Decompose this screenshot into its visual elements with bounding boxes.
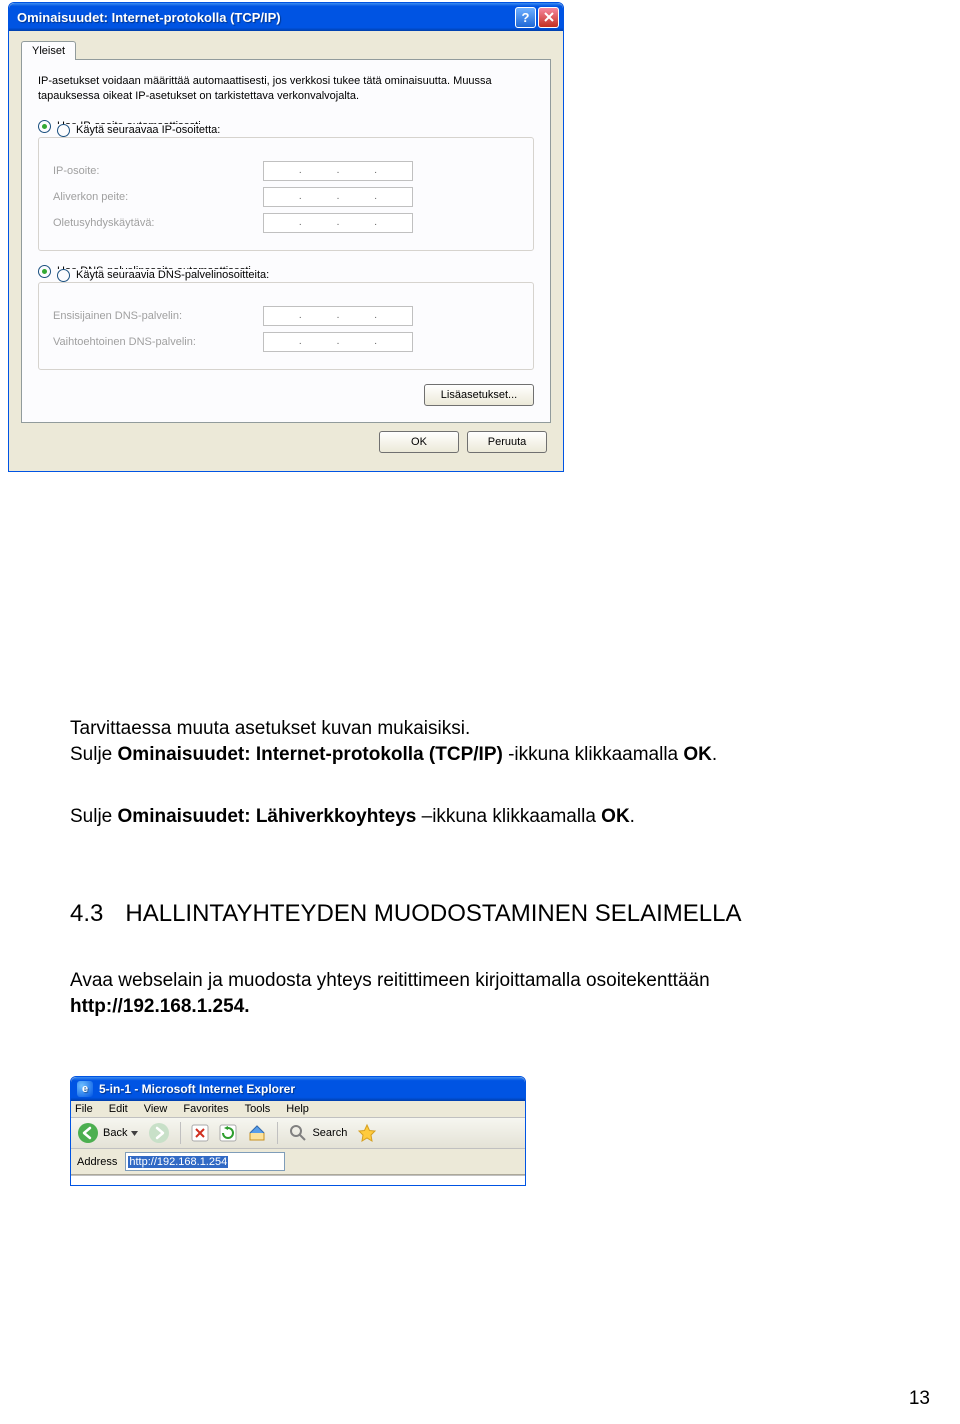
address-input[interactable]: http://192.168.1.254 xyxy=(125,1152,285,1171)
stop-button[interactable] xyxy=(191,1124,209,1142)
radio-selected-icon xyxy=(38,120,51,133)
stop-icon xyxy=(191,1124,209,1142)
close-button[interactable] xyxy=(538,7,559,28)
menu-help[interactable]: Help xyxy=(286,1103,309,1115)
radio-selected-icon xyxy=(38,265,51,278)
mask-input[interactable]: ... xyxy=(263,187,413,207)
gw-label: Oletusyhdyskäytävä: xyxy=(53,217,263,229)
mask-label: Aliverkon peite: xyxy=(53,191,263,203)
page-number: 13 xyxy=(909,1388,930,1410)
ip-label: IP-osoite: xyxy=(53,165,263,177)
home-icon xyxy=(247,1123,267,1143)
radio-dns-manual-label: Käytä seuraavia DNS-palvelinosoitteita: xyxy=(76,269,269,281)
heading-number: 4.3 xyxy=(70,900,103,928)
dns2-label: Vaihtoehtoinen DNS-palvelin: xyxy=(53,336,263,348)
toolbar-separator xyxy=(277,1122,278,1144)
heading-text: HALLINTAYHTEYDEN MUODOSTAMINEN SELAIMELL… xyxy=(125,900,741,928)
address-value: http://192.168.1.254 xyxy=(128,1156,228,1168)
search-button[interactable]: Search xyxy=(288,1123,347,1143)
menu-view[interactable]: View xyxy=(144,1103,168,1115)
gw-input[interactable]: ... xyxy=(263,213,413,233)
ie-address-row: Address http://192.168.1.254 xyxy=(71,1149,525,1175)
ie-titlebar[interactable]: e 5-in-1 - Microsoft Internet Explorer xyxy=(71,1077,525,1101)
ie-window: e 5-in-1 - Microsoft Internet Explorer F… xyxy=(70,1076,526,1186)
ip-group: Käytä seuraavaa IP-osoitetta: IP-osoite:… xyxy=(38,137,534,251)
favorites-button[interactable] xyxy=(357,1123,377,1143)
ie-menubar: File Edit View Favorites Tools Help xyxy=(71,1101,525,1118)
radio-ip-manual-label: Käytä seuraavaa IP-osoitetta: xyxy=(76,124,220,136)
dns2-input[interactable]: ... xyxy=(263,332,413,352)
doc-line-5: http://192.168.1.254. xyxy=(70,994,880,1020)
search-icon xyxy=(288,1123,308,1143)
home-button[interactable] xyxy=(247,1123,267,1143)
forward-icon xyxy=(148,1122,170,1144)
dialog-panel: IP-asetukset voidaan määrittää automaatt… xyxy=(21,59,551,423)
forward-button[interactable] xyxy=(148,1122,170,1144)
ip-input[interactable]: ... xyxy=(263,161,413,181)
doc-line-3: Sulje Ominaisuudet: Lähiverkkoyhteys –ik… xyxy=(70,804,880,830)
dialog-explanation: IP-asetukset voidaan määrittää automaatt… xyxy=(38,74,534,104)
advanced-button[interactable]: Lisäasetukset... xyxy=(424,384,534,406)
dns1-input[interactable]: ... xyxy=(263,306,413,326)
menu-file[interactable]: File xyxy=(75,1103,93,1115)
refresh-icon xyxy=(219,1124,237,1142)
dns-group: Käytä seuraavia DNS-palvelinosoitteita: … xyxy=(38,282,534,370)
doc-line-2: Sulje Ominaisuudet: Internet-protokolla … xyxy=(70,742,880,768)
ie-content xyxy=(71,1175,525,1185)
help-button[interactable]: ? xyxy=(515,7,536,28)
dialog-titlebar[interactable]: Ominaisuudet: Internet-protokolla (TCP/I… xyxy=(9,3,563,31)
ie-title: 5-in-1 - Microsoft Internet Explorer xyxy=(99,1082,295,1096)
star-icon xyxy=(357,1123,377,1143)
refresh-button[interactable] xyxy=(219,1124,237,1142)
menu-favorites[interactable]: Favorites xyxy=(183,1103,228,1115)
ie-logo-icon: e xyxy=(77,1081,93,1097)
tab-general[interactable]: Yleiset xyxy=(21,41,76,60)
dialog-title: Ominaisuudet: Internet-protokolla (TCP/I… xyxy=(17,10,513,25)
ie-toolbar: Back Search xyxy=(71,1118,525,1149)
toolbar-separator xyxy=(180,1122,181,1144)
doc-line-4: Avaa webselain ja muodosta yhteys reitit… xyxy=(70,968,880,994)
menu-tools[interactable]: Tools xyxy=(245,1103,271,1115)
back-button[interactable]: Back xyxy=(77,1122,138,1144)
radio-ip-manual[interactable] xyxy=(57,124,70,137)
section-heading: 4.3 HALLINTAYHTEYDEN MUODOSTAMINEN SELAI… xyxy=(70,900,742,928)
doc-line-1: Tarvittaessa muuta asetukset kuvan mukai… xyxy=(70,716,880,742)
ok-button[interactable]: OK xyxy=(379,431,459,453)
chevron-down-icon xyxy=(131,1131,138,1136)
menu-edit[interactable]: Edit xyxy=(109,1103,128,1115)
back-icon xyxy=(77,1122,99,1144)
cancel-button[interactable]: Peruuta xyxy=(467,431,547,453)
dns1-label: Ensisijainen DNS-palvelin: xyxy=(53,310,263,322)
address-label: Address xyxy=(77,1156,117,1168)
radio-dns-manual[interactable] xyxy=(57,269,70,282)
tcpip-properties-dialog: Ominaisuudet: Internet-protokolla (TCP/I… xyxy=(8,2,564,472)
close-icon xyxy=(544,12,554,22)
